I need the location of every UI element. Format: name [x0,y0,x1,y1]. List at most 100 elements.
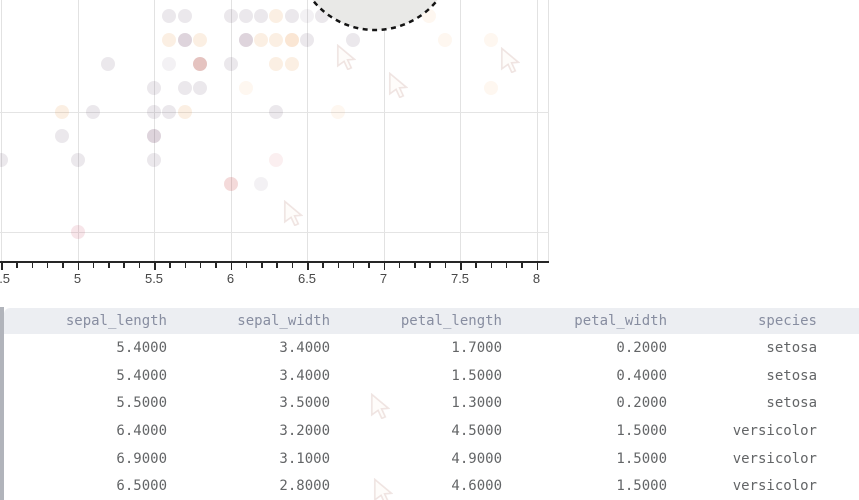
table-body: 5.4000 3.4000 1.7000 0.2000 setosa 5.4000 3.40… [4,335,859,500]
major-tick [230,263,232,270]
x-tick-label: 7.5 [450,271,470,286]
x-tick-label: 6.5 [297,271,317,286]
data-table: sepal_length sepal_width petal_length petal… [0,307,859,500]
major-tick [460,263,462,270]
scatter-point [147,153,161,167]
scatter-point [284,57,299,71]
scatter-point [223,57,238,71]
scatter-point [147,129,161,143]
column-header-species[interactable]: species [667,308,817,334]
minor-tick [46,263,49,268]
column-header-petal_length[interactable]: petal_length [330,308,502,334]
table-cell: versicolor [732,423,817,440]
minor-tick [199,263,202,268]
x-tick-label: 8 [532,271,541,286]
table-row: 5.5000 3.5000 1.3000 0.2000 setosa [4,390,859,418]
table-cell: versicolor [732,478,817,495]
scatter-point [101,57,116,71]
vertical-gridline [460,0,461,261]
scatter-point [223,9,238,23]
scatter-point [177,105,192,119]
minor-tick [184,263,187,268]
major-tick [154,263,156,270]
scatter-point [254,9,269,23]
brush-selection[interactable] [290,0,460,35]
vertical-gridline [230,0,232,261]
minor-tick [276,263,278,268]
table-cell: 1.5000 [616,450,667,467]
scatter-point [85,105,100,119]
scatter-point [269,57,284,71]
x-tick-label: 4.5 [0,271,11,286]
scatter-point [55,129,70,143]
table-cell: 6.9000 [116,450,167,467]
table-cell: 5.4000 [116,340,167,356]
scatter-point [162,33,177,47]
scatter-point [192,33,207,47]
scatter-point [223,177,238,191]
minor-tick [245,263,248,268]
scatter-chart[interactable]: 4.5 5 5.5 6 6.5 7 7.5 8 [0,0,549,292]
scatter-point [147,105,161,119]
scatter-point [238,33,253,47]
table-header-row: sepal_length sepal_width petal_length petal… [4,308,859,334]
minor-tick [505,263,508,268]
x-axis-domain [0,261,549,263]
scatter-point [238,9,253,23]
column-header-petal_width[interactable]: petal_width [502,308,667,334]
table-cell: 4.9000 [451,450,502,467]
table-cell: versicolor [732,450,817,467]
minor-tick [398,263,401,268]
scatter-point [254,177,269,191]
x-tick-label: 5.5 [144,271,164,286]
scatter-point [284,33,299,47]
minor-tick [108,263,110,268]
table-cell: 4.5000 [451,423,502,440]
table-cell: 0.4000 [616,367,667,384]
scatter-point [147,81,161,95]
scatter-point [162,9,177,23]
table-cell: 2.8000 [279,478,330,495]
scatter-point [177,33,192,47]
column-header-sepal_width[interactable]: sepal_width [167,308,330,334]
cursor-ghost-icon [388,71,409,103]
table-row: 6.5000 2.8000 4.6000 1.5000 versicolor [4,473,859,500]
table-row: 6.4000 3.2000 4.5000 1.5000 versicolor [4,418,859,446]
minor-tick [521,263,523,268]
cursor-ghost-icon [336,43,357,75]
column-header-sepal_length[interactable]: sepal_length [4,308,167,334]
vertical-gridline [77,0,79,261]
minor-tick [429,263,431,268]
minor-tick [444,263,447,268]
scatter-point [70,153,85,167]
minor-tick [291,263,294,268]
scatter-point [483,81,498,95]
major-tick [307,263,309,270]
table-row: 5.4000 3.4000 1.7000 0.2000 setosa [4,335,859,363]
scatter-point [300,33,314,47]
minor-tick [31,263,34,268]
major-tick [536,263,538,270]
scatter-point [269,33,284,47]
x-tick-label: 6 [226,271,235,286]
table-cell: 6.4000 [116,423,167,440]
vertical-gridline [536,0,538,261]
scatter-point [177,81,192,95]
scatter-point [269,9,284,23]
scatter-point [330,105,345,119]
scatter-point [483,33,498,47]
table-row: 6.9000 3.1000 4.9000 1.5000 versicolor [4,446,859,474]
scatter-point [177,9,192,23]
scatter-point [70,225,85,239]
scatter-point [269,153,284,167]
app-viewport: 4.5 5 5.5 6 6.5 7 7.5 8 sepal_lengthsepal_width… [0,0,859,500]
cursor-ghost-icon [500,46,521,78]
minor-tick [352,263,355,268]
table-cell: 4.6000 [451,478,502,495]
scatter-point [162,57,177,71]
vertical-gridline [383,0,385,261]
x-tick-label: 5 [73,271,82,286]
minor-tick [92,263,95,268]
scatter-point [254,33,269,47]
scatter-point [238,81,253,95]
